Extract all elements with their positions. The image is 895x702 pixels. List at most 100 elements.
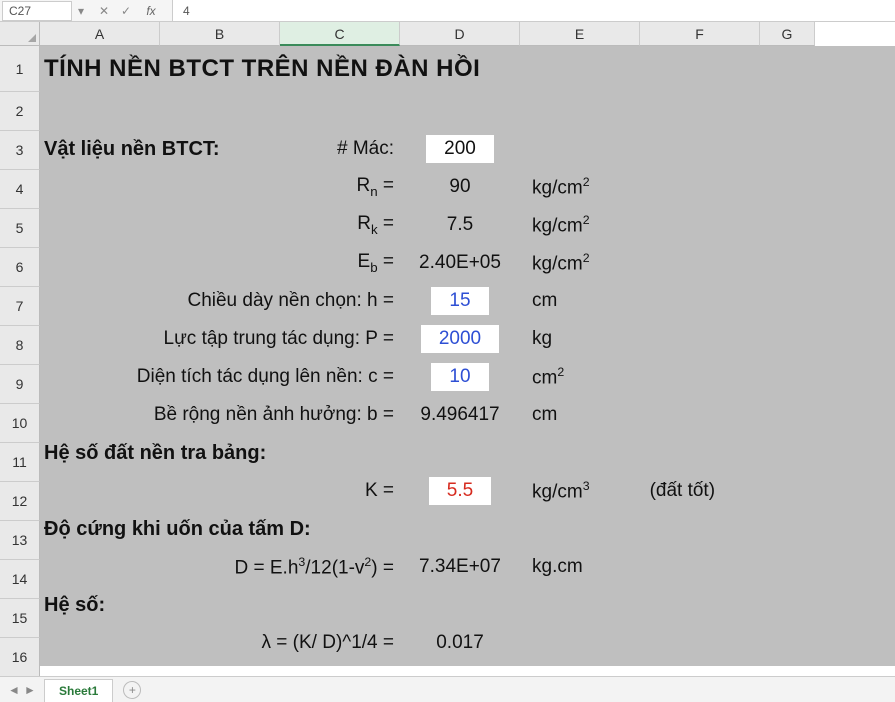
rn-value: 90: [400, 176, 520, 198]
k-label: K =: [40, 480, 400, 502]
stiffness-label: Độ cứng khi uốn của tấm D:: [40, 518, 311, 541]
coef-label: Hệ số:: [40, 594, 105, 617]
k-note: (đất tốt): [590, 480, 715, 502]
rk-label: Rk =: [40, 213, 400, 237]
row-head-9[interactable]: 9: [0, 365, 40, 404]
rn-label: Rn =: [40, 175, 400, 199]
mac-label: # Mác:: [280, 138, 400, 160]
p-unit: kg: [520, 328, 552, 350]
p-label: Lực tập trung tác dụng: P =: [40, 328, 400, 350]
p-value-cell[interactable]: 2000: [400, 325, 520, 353]
sheet-tabs-bar: ◄ ► Sheet1 +: [0, 676, 895, 702]
b-unit: cm: [520, 404, 557, 426]
h-label: Chiều dày nền chọn: h =: [40, 290, 400, 312]
lambda-value: 0.017: [400, 632, 520, 654]
row-2: [40, 92, 895, 130]
name-box[interactable]: C27: [2, 1, 72, 21]
material-label: Vật liệu nền BTCT:: [40, 138, 280, 161]
c-label: Diện tích tác dụng lên nền: c =: [40, 366, 400, 388]
row-head-16[interactable]: 16: [0, 638, 40, 677]
mac-value-cell[interactable]: 200: [400, 135, 520, 163]
rk-value: 7.5: [400, 214, 520, 236]
formula-bar-icons: ✕ ✓: [96, 4, 134, 18]
spreadsheet-grid: A B C D E F G 1 2 3 4 5 6 7 8 9 10 11 12…: [0, 22, 895, 678]
h-unit: cm: [520, 290, 557, 312]
d-formula: D = E.h3/12(1-v2) =: [40, 555, 400, 579]
rn-unit: kg/cm2: [520, 175, 590, 199]
col-head-A[interactable]: A: [40, 22, 160, 46]
row-headers: 1 2 3 4 5 6 7 8 9 10 11 12 13 14 15 16: [0, 46, 40, 677]
formula-input[interactable]: 4: [172, 0, 895, 21]
rk-unit: kg/cm2: [520, 213, 590, 237]
tab-prev-icon[interactable]: ◄: [8, 683, 20, 697]
row-head-12[interactable]: 12: [0, 482, 40, 521]
row-head-5[interactable]: 5: [0, 209, 40, 248]
b-value: 9.496417: [400, 404, 520, 426]
c-value: 10: [431, 363, 488, 391]
k-value-cell[interactable]: 5.5: [400, 477, 520, 505]
col-head-F[interactable]: F: [640, 22, 760, 46]
row-13: Độ cứng khi uốn của tấm D:: [40, 510, 895, 548]
row-5: Rk = 7.5 kg/cm2: [40, 206, 895, 244]
tab-nav: ◄ ►: [8, 683, 36, 697]
h-value: 15: [431, 287, 488, 315]
c-unit: cm2: [520, 365, 564, 389]
row-head-14[interactable]: 14: [0, 560, 40, 599]
select-all-triangle[interactable]: [0, 22, 40, 46]
row-8: Lực tập trung tác dụng: P = 2000 kg: [40, 320, 895, 358]
col-head-D[interactable]: D: [400, 22, 520, 46]
row-head-6[interactable]: 6: [0, 248, 40, 287]
row-head-2[interactable]: 2: [0, 92, 40, 131]
row-head-15[interactable]: 15: [0, 599, 40, 638]
d-unit: kg.cm: [520, 556, 583, 578]
name-box-dropdown-icon[interactable]: ▾: [72, 4, 90, 18]
sheet-content: TÍNH NỀN BTCT TRÊN NỀN ĐÀN HỒI Vật liệu …: [40, 46, 895, 662]
page-title: TÍNH NỀN BTCT TRÊN NỀN ĐÀN HỒI: [40, 55, 480, 83]
row-head-8[interactable]: 8: [0, 326, 40, 365]
eb-label: Eb =: [40, 251, 400, 275]
eb-value: 2.40E+05: [400, 252, 520, 274]
row-head-10[interactable]: 10: [0, 404, 40, 443]
column-headers: A B C D E F G: [40, 22, 895, 46]
k-value: 5.5: [429, 477, 491, 505]
row-11: Hệ số đất nền tra bảng:: [40, 434, 895, 472]
row-4: Rn = 90 kg/cm2: [40, 168, 895, 206]
tab-next-icon[interactable]: ►: [24, 683, 36, 697]
row-head-1[interactable]: 1: [0, 46, 40, 92]
tab-sheet1[interactable]: Sheet1: [44, 679, 113, 702]
row-10: Bề rộng nền ảnh hưởng: b = 9.496417 cm: [40, 396, 895, 434]
row-head-11[interactable]: 11: [0, 443, 40, 482]
mac-value: 200: [426, 135, 494, 163]
new-sheet-button[interactable]: +: [123, 681, 141, 699]
row-15: Hệ số:: [40, 586, 895, 624]
row-3: Vật liệu nền BTCT: # Mác: 200: [40, 130, 895, 168]
p-value: 2000: [421, 325, 499, 353]
formula-bar: C27 ▾ ✕ ✓ fx 4: [0, 0, 895, 22]
b-label: Bề rộng nền ảnh hưởng: b =: [40, 404, 400, 426]
row-head-13[interactable]: 13: [0, 521, 40, 560]
col-head-C[interactable]: C: [280, 22, 400, 46]
row-head-4[interactable]: 4: [0, 170, 40, 209]
soil-coef-label: Hệ số đất nền tra bảng:: [40, 442, 266, 465]
row-16: λ = (K/ D)^1/4 = 0.017: [40, 624, 895, 662]
cancel-icon[interactable]: ✕: [96, 4, 112, 18]
c-value-cell[interactable]: 10: [400, 363, 520, 391]
h-value-cell[interactable]: 15: [400, 287, 520, 315]
col-head-G[interactable]: G: [760, 22, 815, 46]
row-head-3[interactable]: 3: [0, 131, 40, 170]
accept-icon[interactable]: ✓: [118, 4, 134, 18]
col-head-B[interactable]: B: [160, 22, 280, 46]
row-9: Diện tích tác dụng lên nền: c = 10 cm2: [40, 358, 895, 396]
row-head-7[interactable]: 7: [0, 287, 40, 326]
eb-unit: kg/cm2: [520, 251, 590, 275]
row-14: D = E.h3/12(1-v2) = 7.34E+07 kg.cm: [40, 548, 895, 586]
row-12: K = 5.5 kg/cm3 (đất tốt): [40, 472, 895, 510]
row-7: Chiều dày nền chọn: h = 15 cm: [40, 282, 895, 320]
fx-icon[interactable]: fx: [140, 4, 162, 18]
row-6: Eb = 2.40E+05 kg/cm2: [40, 244, 895, 282]
col-head-E[interactable]: E: [520, 22, 640, 46]
row-1: TÍNH NỀN BTCT TRÊN NỀN ĐÀN HỒI: [40, 46, 895, 92]
k-unit: kg/cm3: [520, 479, 590, 503]
lambda-formula: λ = (K/ D)^1/4 =: [40, 632, 400, 654]
d-value: 7.34E+07: [400, 556, 520, 578]
